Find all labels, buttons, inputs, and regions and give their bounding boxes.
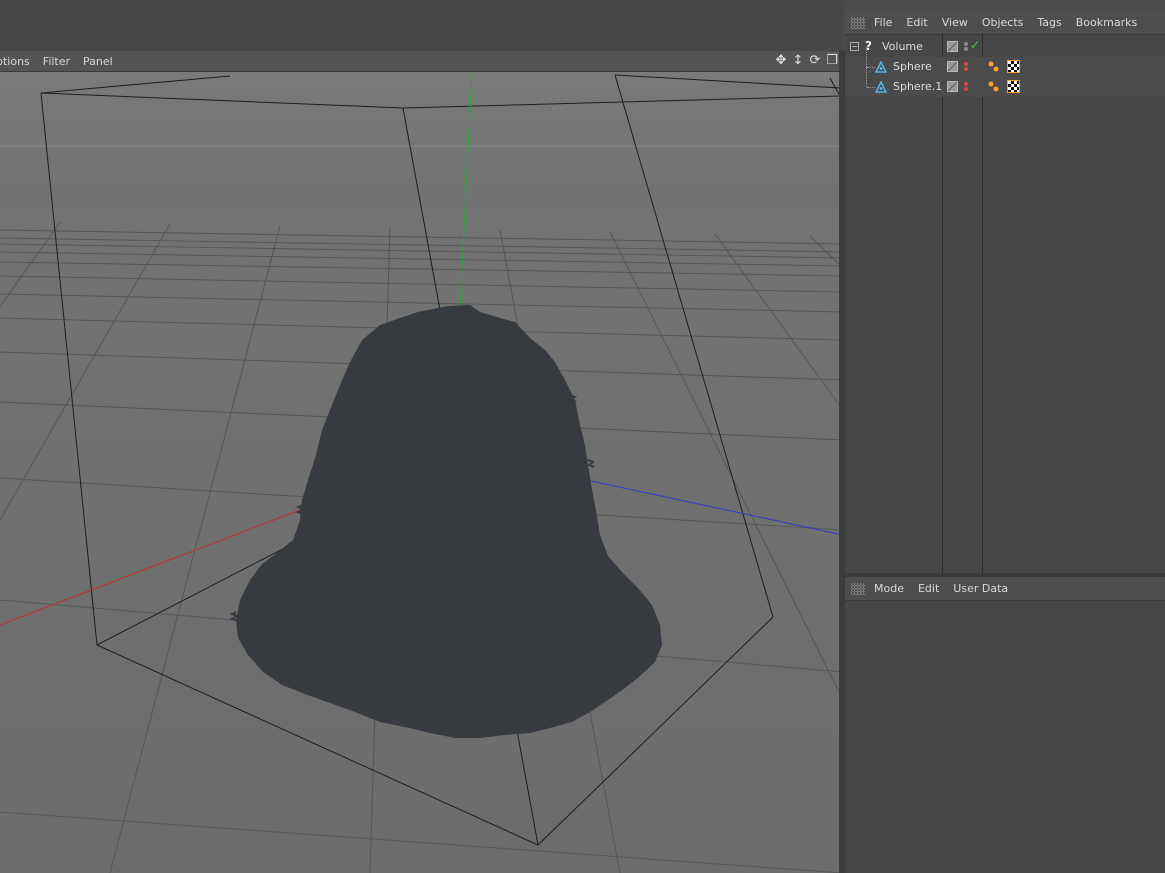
viewport-menu-bar: ptions Filter Panel ✥ ↕ ⟳ ❐ [0,51,843,72]
menu-options[interactable]: ptions [0,55,30,68]
menu-edit[interactable]: Edit [906,16,927,29]
visibility-dots-icon[interactable] [963,61,969,73]
object-name[interactable]: Volume [882,40,923,53]
object-manager-menu: File Edit View Objects Tags Bookmarks [845,11,1165,35]
menu-panel[interactable]: Panel [83,55,113,68]
tree-connector [867,67,875,68]
move-view-icon[interactable]: ✥ [774,53,788,68]
menu-objects[interactable]: Objects [982,16,1024,29]
menu-mode[interactable]: Mode [874,582,904,595]
sphere-icon [875,61,887,73]
layer-icon[interactable] [947,41,958,52]
menu-file[interactable]: File [874,16,892,29]
texture-tag-icon[interactable] [1007,60,1020,73]
panel-grip-icon[interactable] [851,16,865,29]
menu-tags[interactable]: Tags [1037,16,1061,29]
viewport-nav-icons: ✥ ↕ ⟳ ❐ [774,53,839,68]
expand-toggle-icon[interactable]: − [850,42,859,51]
menu-bookmarks[interactable]: Bookmarks [1076,16,1137,29]
texture-tag-icon[interactable] [1007,80,1020,93]
enabled-check-icon[interactable]: ✓ [970,38,980,52]
layer-icon[interactable] [947,81,958,92]
column-separator [982,35,983,574]
object-row-sphere[interactable]: Sphere [845,47,1165,77]
visibility-dots-icon[interactable] [963,41,969,53]
column-separator [942,35,943,574]
zoom-view-icon[interactable]: ↕ [791,53,805,68]
rotate-view-icon[interactable]: ⟳ [808,53,822,68]
object-name[interactable]: Sphere.1 [893,80,942,93]
material-tag-icon[interactable] [987,80,1000,93]
menu-filter[interactable]: Filter [43,55,70,68]
object-row-volume[interactable]: − ? Volume ✓ [845,37,1165,57]
tree-connector [866,67,867,87]
menu-edit[interactable]: Edit [918,582,939,595]
sphere-icon [875,81,887,93]
visibility-dots-icon[interactable] [963,81,969,93]
tree-connector [866,47,867,67]
material-tag-icon[interactable] [987,60,1000,73]
object-name[interactable]: Sphere [893,60,932,73]
viewport-scene[interactable] [0,72,843,873]
panel-grip-icon[interactable] [851,582,865,595]
menu-view[interactable]: View [942,16,968,29]
toggle-layout-icon[interactable]: ❐ [825,53,839,68]
layer-icon[interactable] [947,61,958,72]
object-list: − ? Volume ✓ Sphere Sphere.1 [845,35,1165,574]
3d-viewport[interactable]: ptions Filter Panel ✥ ↕ ⟳ ❐ [0,51,843,873]
top-toolbar-area [0,0,843,51]
object-manager: File Edit View Objects Tags Bookmarks − … [845,11,1165,574]
attribute-manager-menu: Mode Edit User Data [845,577,1165,601]
attribute-manager: Mode Edit User Data [845,577,1165,873]
object-row-sphere-1[interactable]: Sphere.1 [845,67,1165,97]
menu-user-data[interactable]: User Data [953,582,1008,595]
tree-connector [867,87,875,88]
